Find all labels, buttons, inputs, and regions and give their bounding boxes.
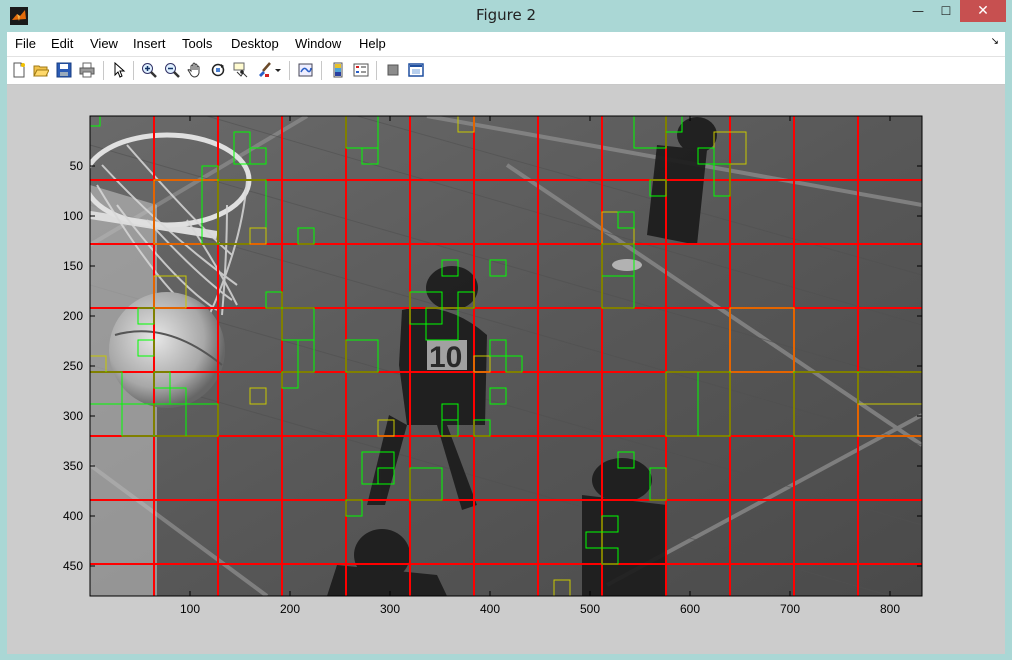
show-plot-tools-icon[interactable] [407,61,425,79]
dock-figure-icon[interactable]: ↘ [991,36,999,47]
y-tick-label: 50 [70,159,84,173]
y-tick-label: 350 [63,459,83,473]
maximize-button[interactable]: ☐ [932,0,960,22]
edit-plot-icon[interactable] [110,61,128,79]
matlab-figure-window: Figure 2 — ☐ ✕ File Edit View Insert Too… [0,0,1012,660]
toolbar-separator [103,61,104,80]
close-button[interactable]: ✕ [960,0,1006,22]
legend-icon[interactable] [352,61,370,79]
menu-insert[interactable]: Insert [133,36,166,51]
menu-help[interactable]: Help [359,36,386,51]
zoom-out-icon[interactable] [163,61,181,79]
print-icon[interactable] [78,61,96,79]
new-figure-icon[interactable] [10,61,28,79]
menu-bar: File Edit View Insert Tools Desktop Wind… [7,32,1005,57]
y-tick-label: 300 [63,409,83,423]
zoom-in-icon[interactable] [140,61,158,79]
hide-plot-tools-icon[interactable] [384,61,402,79]
toolbar-separator [289,61,290,80]
toolbar-separator [133,61,134,80]
x-tick-label: 700 [780,602,800,616]
chevron-down-icon[interactable] [273,61,283,79]
open-file-icon[interactable] [32,61,50,79]
y-tick-label: 400 [63,509,83,523]
image-display: 10 [90,116,922,596]
y-tick-label: 100 [63,209,83,223]
y-tick-label: 150 [63,259,83,273]
x-tick-label: 400 [480,602,500,616]
link-plot-icon[interactable] [297,61,315,79]
window-title: Figure 2 [475,6,537,24]
svg-text:10: 10 [429,341,462,374]
brush-icon[interactable] [255,61,273,79]
x-tick-label: 500 [580,602,600,616]
x-tick-label: 100 [180,602,200,616]
x-tick-label: 800 [880,602,900,616]
x-tick-label: 600 [680,602,700,616]
rotate-3d-icon[interactable] [209,61,227,79]
pan-icon[interactable] [186,61,204,79]
menu-view[interactable]: View [90,36,118,51]
colorbar-icon[interactable] [329,61,347,79]
toolbar-separator [321,61,322,80]
save-icon[interactable] [55,61,73,79]
axes[interactable]: 10 100 200 300 400 500 600 700 800 50 100 150 200 25… [7,85,1005,654]
menu-file[interactable]: File [15,36,36,51]
figure-toolbar [7,57,1005,85]
title-bar[interactable]: Figure 2 — ☐ ✕ [0,0,1012,32]
menu-desktop[interactable]: Desktop [231,36,279,51]
x-tick-label: 300 [380,602,400,616]
menu-edit[interactable]: Edit [51,36,73,51]
toolbar-separator [376,61,377,80]
data-cursor-icon[interactable] [232,61,250,79]
menu-tools[interactable]: Tools [182,36,212,51]
menu-window[interactable]: Window [295,36,341,51]
y-tick-label: 200 [63,309,83,323]
minimize-button[interactable]: — [904,0,932,22]
y-tick-label: 450 [63,559,83,573]
figure-canvas[interactable]: 10 100 200 300 400 500 600 700 800 50 100 150 200 25… [7,85,1005,654]
y-tick-label: 250 [63,359,83,373]
x-tick-label: 200 [280,602,300,616]
